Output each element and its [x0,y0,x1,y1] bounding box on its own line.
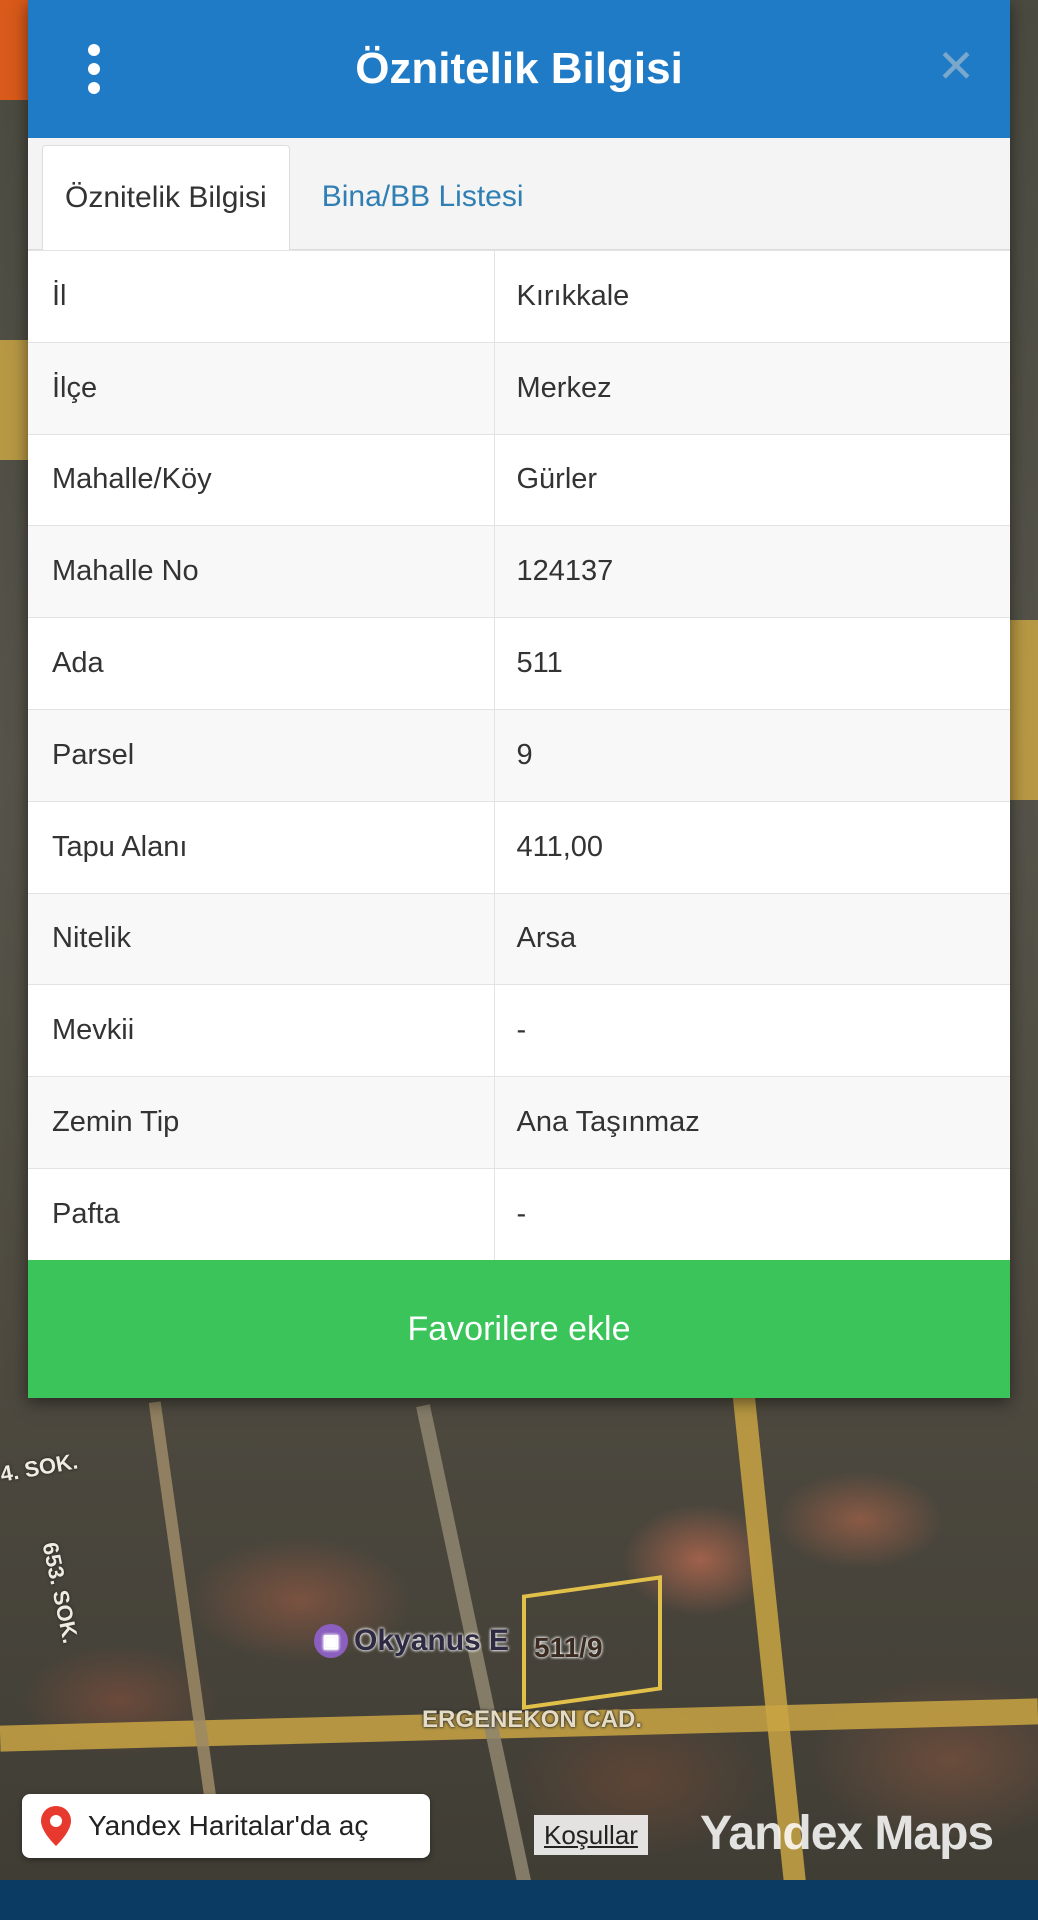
attribute-key: Nitelik [28,892,495,985]
dialog-header: Öznitelik Bilgisi ✕ [28,0,1010,138]
attribute-dialog: Öznitelik Bilgisi ✕ Öznitelik Bilgisi Bi… [28,0,1010,1398]
table-row: Parsel 9 [28,708,1010,802]
poi-label: Okyanus E [354,1624,510,1657]
table-row: Mahalle/Köy Gürler [28,433,1010,526]
map-pin-icon [38,1804,74,1848]
attribute-value: Gürler [494,433,1010,526]
attribute-key: Mevkii [28,984,495,1077]
attribute-value: Kırıkkale [494,250,1010,343]
attribute-value: Ana Taşınmaz [494,1076,1010,1169]
attribute-key: Ada [28,617,495,710]
map-road [416,1404,538,1916]
attribute-key: Mahalle No [28,525,495,618]
attribute-value: 411,00 [494,800,1010,894]
open-in-yandex-label: Yandex Haritalar'da aç [88,1810,369,1841]
table-row: Ada 511 [28,617,1010,710]
attribute-key: İlçe [28,341,495,435]
parcel-label: 511/9 [534,1632,603,1663]
briefcase-icon: ▣ [314,1624,348,1658]
table-row: Pafta - [28,1167,1010,1261]
open-in-yandex-button[interactable]: Yandex Haritalar'da aç [22,1794,430,1858]
attribute-value: - [494,984,1010,1077]
tab-bar: Öznitelik Bilgisi Bina/BB Listesi [28,138,1010,250]
attribute-value: 9 [494,708,1010,802]
table-row: Tapu Alanı 411,00 [28,800,1010,894]
attribute-value: Arsa [494,892,1010,985]
add-to-favorites-button[interactable]: Favorilere ekle [28,1260,1010,1398]
street-label-sok: 4. SOK. [0,1448,80,1487]
map-road [148,1401,224,1849]
tab-building-list[interactable]: Bina/BB Listesi [290,145,546,249]
attribute-key: İl [28,250,495,343]
map-edge-strip [0,0,28,100]
tab-attributes[interactable]: Öznitelik Bilgisi [42,145,290,250]
table-row: Mevkii - [28,984,1010,1077]
dialog-title: Öznitelik Bilgisi [355,44,683,93]
attribute-value: Merkez [494,341,1010,435]
table-row: İl Kırıkkale [28,250,1010,343]
attribute-value: 124137 [494,525,1010,618]
yandex-maps-logo: Yandex Maps [700,1807,994,1860]
attribute-key: Mahalle/Köy [28,433,495,526]
poi-marker[interactable]: ▣ Okyanus E [314,1624,509,1658]
more-vertical-icon[interactable] [84,44,104,94]
attribute-key: Pafta [28,1167,495,1261]
attribute-key: Tapu Alanı [28,800,495,894]
street-label-ergenekon: ERGENEKON CAD. [422,1706,643,1733]
table-row: Zemin Tip Ana Taşınmaz [28,1076,1010,1169]
attribute-key: Zemin Tip [28,1076,495,1169]
close-icon[interactable]: ✕ [936,43,976,89]
attribute-value: 511 [494,617,1010,710]
attribute-key: Parsel [28,708,495,802]
attribute-value: - [494,1167,1010,1261]
table-row: Nitelik Arsa [28,892,1010,985]
map-road [0,340,28,460]
bottom-bar [0,1880,1038,1920]
map-road [1010,620,1038,800]
table-row: Mahalle No 124137 [28,525,1010,618]
street-label-653: 653. SOK. [37,1540,84,1646]
terms-link[interactable]: Koşullar [534,1815,648,1855]
table-row: İlçe Merkez [28,341,1010,435]
attribute-table: İl Kırıkkale İlçe Merkez Mahalle/Köy Gür… [28,250,1010,1261]
